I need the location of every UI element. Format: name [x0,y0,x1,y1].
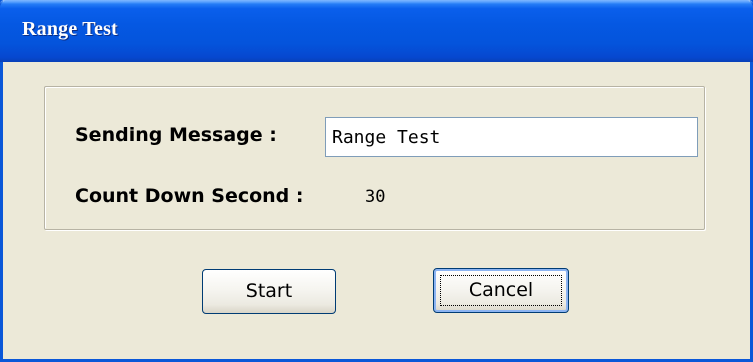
title-bar[interactable]: Range Test [0,0,753,62]
sending-message-input[interactable] [325,117,698,157]
cancel-button[interactable]: Cancel [433,268,569,313]
settings-group [44,86,705,230]
count-down-label: Count Down Second : [75,185,304,207]
sending-message-label: Sending Message : [75,124,277,146]
start-button[interactable]: Start [202,269,336,314]
window-title: Range Test [22,18,118,40]
cancel-button-label: Cancel [468,279,534,301]
count-down-value: 30 [365,187,386,207]
range-test-dialog: Range Test Sending Message : Count Down … [0,0,753,362]
start-button-label: Start [245,280,293,302]
